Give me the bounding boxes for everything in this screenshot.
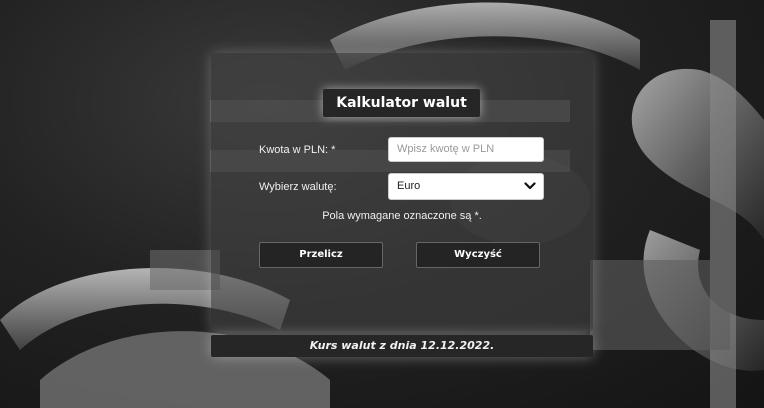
- currency-select[interactable]: Euro: [388, 173, 544, 200]
- currency-label: Wybierz walutę:: [259, 181, 337, 193]
- app-root: Kalkulator walut Kwota w PLN: * Wpisz kw…: [0, 0, 764, 408]
- amount-input-placeholder: Wpisz kwotę w PLN: [397, 143, 495, 155]
- required-fields-note: Pola wymagane oznaczone są *.: [322, 210, 482, 222]
- clear-button[interactable]: Wyczyść: [416, 242, 540, 268]
- amount-label: Kwota w PLN: *: [259, 144, 336, 156]
- calculate-button[interactable]: Przelicz: [259, 242, 383, 268]
- rate-date-footer: Kurs walut z dnia 12.12.2022.: [211, 335, 593, 357]
- calculator-panel: Kalkulator walut Kwota w PLN: * Wpisz kw…: [211, 53, 593, 331]
- page-title: Kalkulator walut: [323, 89, 480, 117]
- chevron-down-icon: [524, 182, 536, 190]
- amount-input[interactable]: Wpisz kwotę w PLN: [388, 137, 544, 162]
- currency-select-value: Euro: [397, 180, 421, 192]
